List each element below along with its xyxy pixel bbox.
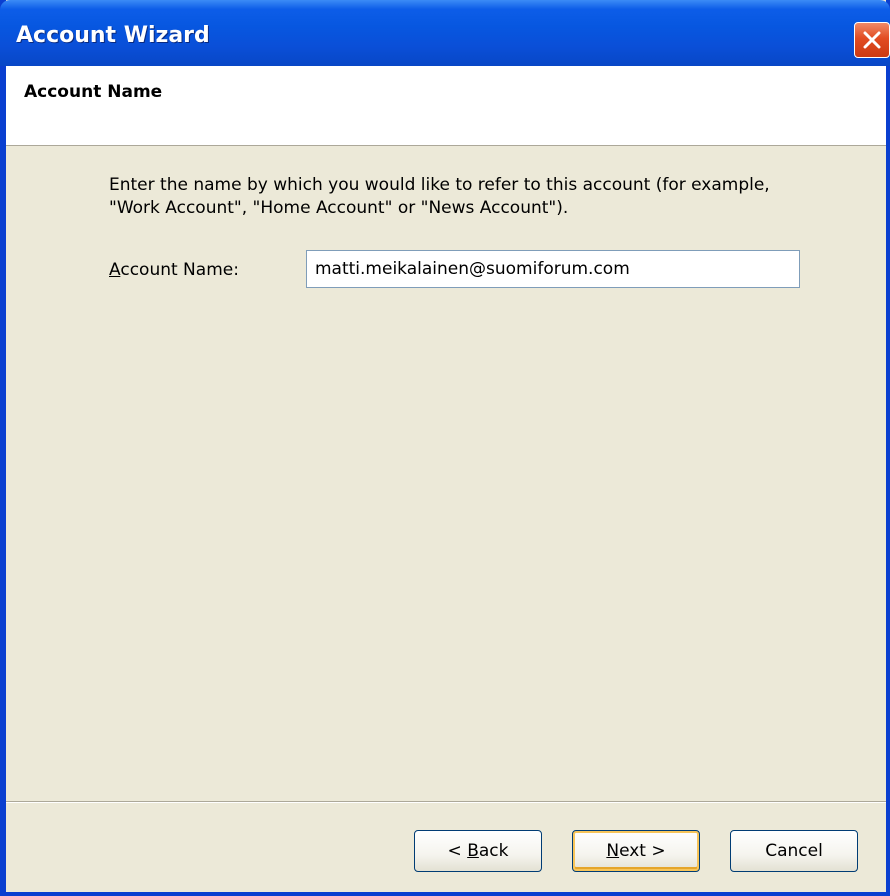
page-description: Enter the name by which you would like t… [109,175,770,218]
account-wizard-window: Account Wizard Account Name Enter the na… [0,0,890,896]
label-text: ccount Name: [120,260,239,280]
account-name-label: Account Name: [109,260,239,280]
close-button[interactable] [854,22,890,58]
back-button-prefix: < [447,841,468,861]
back-button[interactable]: < Back [414,830,542,872]
back-button-text: ack [478,841,509,861]
label-accelerator: A [109,260,121,280]
wizard-header: Account Name [6,66,886,146]
next-button-accelerator: N [606,841,620,861]
back-button-accelerator: B [467,841,479,861]
next-button[interactable]: Next > [572,830,700,872]
title-bar[interactable]: Account Wizard [0,0,890,66]
footer-separator [6,801,886,803]
account-name-input[interactable] [306,250,800,288]
next-button-text: ext > [619,841,666,861]
page-title: Account Name [24,82,163,102]
close-icon [863,31,881,49]
window-title: Account Wizard [16,23,210,48]
cancel-button[interactable]: Cancel [730,830,858,872]
